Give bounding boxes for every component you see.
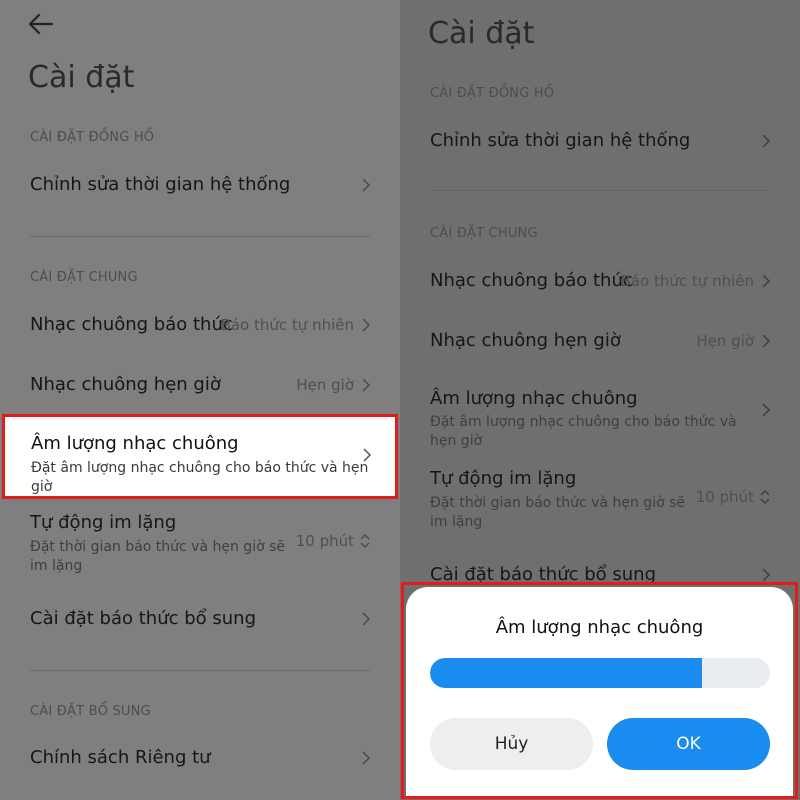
chevron-right-icon: [760, 333, 772, 349]
divider: [30, 236, 370, 237]
chevron-right-icon: [760, 273, 772, 289]
section-general-header: CÀI ĐẶT CHUNG: [430, 226, 538, 241]
chevron-right-icon: [360, 317, 372, 333]
settings-screen-left: Cài đặt CÀI ĐẶT ĐỒNG HỒ Chỉnh sửa thời g…: [0, 0, 400, 800]
divider: [430, 190, 770, 191]
extra-alarm-settings-label: Cài đặt báo thức bổ sung: [30, 608, 257, 629]
section-clock-header: CÀI ĐẶT ĐỒNG HỒ: [30, 130, 155, 145]
section-clock-header: CÀI ĐẶT ĐỒNG HỒ: [430, 86, 555, 101]
divider: [30, 670, 370, 671]
chevron-right-icon: [760, 402, 772, 418]
timer-ringtone-item[interactable]: Nhạc chuông hẹn giờ Hẹn giờ: [400, 316, 800, 366]
alarm-ringtone-value: Báo thức tự nhiên: [220, 316, 354, 334]
timer-ringtone-label: Nhạc chuông hẹn giờ: [30, 374, 221, 395]
chevron-right-icon: [360, 377, 372, 393]
timer-ringtone-label: Nhạc chuông hẹn giờ: [430, 330, 621, 351]
page-title: Cài đặt: [28, 60, 135, 95]
auto-silence-description: Đặt thời gian báo thức và hẹn giờ sẽ im …: [430, 495, 686, 530]
chevron-up-down-icon: [359, 532, 371, 550]
alarm-ringtone-label: Nhạc chuông báo thức: [30, 314, 233, 335]
auto-silence-value: 10 phút: [295, 532, 354, 550]
back-arrow-icon[interactable]: [28, 12, 54, 36]
ringtone-volume-label: Âm lượng nhạc chuông: [430, 388, 638, 409]
section-extra-header: CÀI ĐẶT BỔ SUNG: [30, 704, 151, 719]
chevron-right-icon: [360, 750, 372, 766]
privacy-policy-label: Chính sách Riêng tư: [30, 747, 211, 768]
ringtone-volume-label: Âm lượng nhạc chuông: [31, 433, 239, 454]
auto-silence-item[interactable]: Tự động im lặng Đặt thời gian báo thức v…: [0, 500, 400, 580]
chevron-right-icon: [760, 567, 772, 583]
privacy-policy-item[interactable]: Chính sách Riêng tư: [0, 735, 400, 785]
edit-system-time-label: Chỉnh sửa thời gian hệ thống: [430, 130, 691, 151]
ringtone-volume-description: Đặt âm lượng nhạc chuông cho báo thức và…: [31, 460, 369, 495]
timer-ringtone-item[interactable]: Nhạc chuông hẹn giờ Hẹn giờ: [0, 360, 400, 410]
ringtone-volume-item-highlighted[interactable]: Âm lượng nhạc chuông Đặt âm lượng nhạc c…: [2, 414, 398, 499]
extra-alarm-settings-item[interactable]: Cài đặt báo thức bổ sung: [0, 596, 400, 646]
alarm-ringtone-label: Nhạc chuông báo thức: [430, 270, 633, 291]
alarm-ringtone-value: Báo thức tự nhiên: [620, 272, 754, 290]
edit-system-time-item[interactable]: Chỉnh sửa thời gian hệ thống: [0, 160, 400, 210]
auto-silence-value: 10 phút: [695, 488, 754, 506]
auto-silence-label: Tự động im lặng: [430, 468, 577, 489]
edit-system-time-item[interactable]: Chỉnh sửa thời gian hệ thống: [400, 116, 800, 166]
timer-ringtone-value: Hẹn giờ: [696, 332, 754, 350]
chevron-right-icon: [360, 611, 372, 627]
auto-silence-label: Tự động im lặng: [30, 512, 177, 533]
alarm-ringtone-item[interactable]: Nhạc chuông báo thức Báo thức tự nhiên: [0, 300, 400, 350]
timer-ringtone-value: Hẹn giờ: [296, 376, 354, 394]
screen: Cài đặt CÀI ĐẶT ĐỒNG HỒ Chỉnh sửa thời g…: [0, 0, 800, 800]
ringtone-volume-description: Đặt âm lượng nhạc chuông cho báo thức và…: [430, 414, 737, 449]
chevron-up-down-icon: [759, 488, 771, 506]
alarm-ringtone-item[interactable]: Nhạc chuông báo thức Báo thức tự nhiên: [400, 256, 800, 306]
chevron-right-icon: [760, 133, 772, 149]
section-general-header: CÀI ĐẶT CHUNG: [30, 270, 138, 285]
edit-system-time-label: Chỉnh sửa thời gian hệ thống: [30, 174, 291, 195]
chevron-right-icon: [361, 447, 373, 463]
page-title: Cài đặt: [428, 16, 535, 51]
dialog-highlight-frame: [401, 582, 798, 799]
chevron-right-icon: [360, 177, 372, 193]
ringtone-volume-item[interactable]: Âm lượng nhạc chuông Đặt âm lượng nhạc c…: [400, 376, 800, 449]
auto-silence-description: Đặt thời gian báo thức và hẹn giờ sẽ im …: [30, 539, 286, 574]
auto-silence-item[interactable]: Tự động im lặng Đặt thời gian báo thức v…: [400, 456, 800, 536]
